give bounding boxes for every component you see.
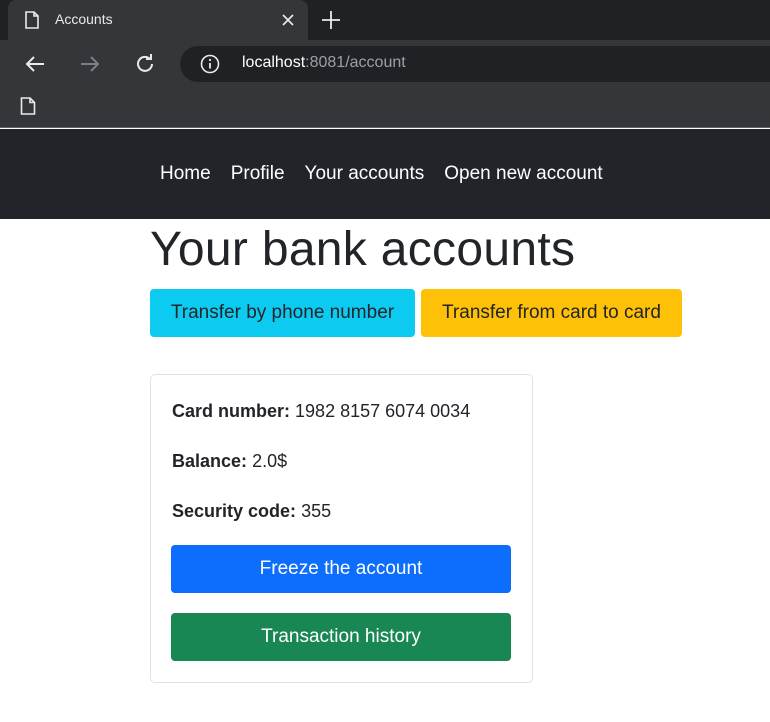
forward-arrow-icon[interactable] bbox=[78, 52, 102, 76]
bookmarks-bar bbox=[0, 88, 770, 128]
address-bar[interactable]: localhost:8081/account bbox=[180, 46, 770, 82]
url-text[interactable]: localhost:8081/account bbox=[242, 54, 406, 72]
nav-home[interactable]: Home bbox=[160, 163, 211, 185]
nav-open-new-account[interactable]: Open new account bbox=[444, 163, 602, 185]
back-arrow-icon[interactable] bbox=[23, 52, 47, 76]
reload-icon[interactable] bbox=[133, 52, 157, 76]
url-host: localhost bbox=[242, 54, 306, 71]
close-icon[interactable] bbox=[280, 12, 296, 28]
info-icon[interactable] bbox=[200, 54, 220, 74]
page-title: Your bank accounts bbox=[150, 223, 576, 276]
card-number-row: Card number: 1982 8157 6074 0034 bbox=[172, 401, 470, 422]
balance-row: Balance: 2.0$ bbox=[172, 451, 287, 472]
security-code-value: 355 bbox=[301, 501, 332, 521]
tab-title: Accounts bbox=[55, 11, 113, 27]
security-code-label: Security code: bbox=[172, 501, 297, 521]
page-icon bbox=[25, 11, 39, 29]
balance-value: 2.0$ bbox=[252, 451, 288, 471]
transfer-by-phone-button[interactable]: Transfer by phone number bbox=[150, 289, 415, 337]
account-card: Card number: 1982 8157 6074 0034 Balance… bbox=[150, 374, 533, 683]
nav-your-accounts[interactable]: Your accounts bbox=[305, 163, 425, 185]
browser-tab[interactable]: Accounts bbox=[8, 0, 308, 40]
card-number-label: Card number: bbox=[172, 401, 291, 421]
balance-label: Balance: bbox=[172, 451, 248, 471]
security-code-row: Security code: 355 bbox=[172, 501, 331, 522]
nav-links: Home Profile Your accounts Open new acco… bbox=[160, 163, 603, 185]
tab-strip: Accounts bbox=[0, 0, 770, 40]
transaction-history-button[interactable]: Transaction history bbox=[171, 613, 511, 661]
card-number-value: 1982 8157 6074 0034 bbox=[295, 401, 471, 421]
browser-toolbar: localhost:8081/account bbox=[0, 40, 770, 88]
freeze-account-button[interactable]: Freeze the account bbox=[171, 545, 511, 593]
page-icon[interactable] bbox=[20, 97, 36, 115]
site-navbar: Home Profile Your accounts Open new acco… bbox=[0, 129, 770, 219]
url-path: :8081/account bbox=[305, 54, 406, 71]
plus-icon[interactable] bbox=[320, 9, 342, 31]
transfer-card-to-card-button[interactable]: Transfer from card to card bbox=[421, 289, 682, 337]
nav-profile[interactable]: Profile bbox=[231, 163, 285, 185]
